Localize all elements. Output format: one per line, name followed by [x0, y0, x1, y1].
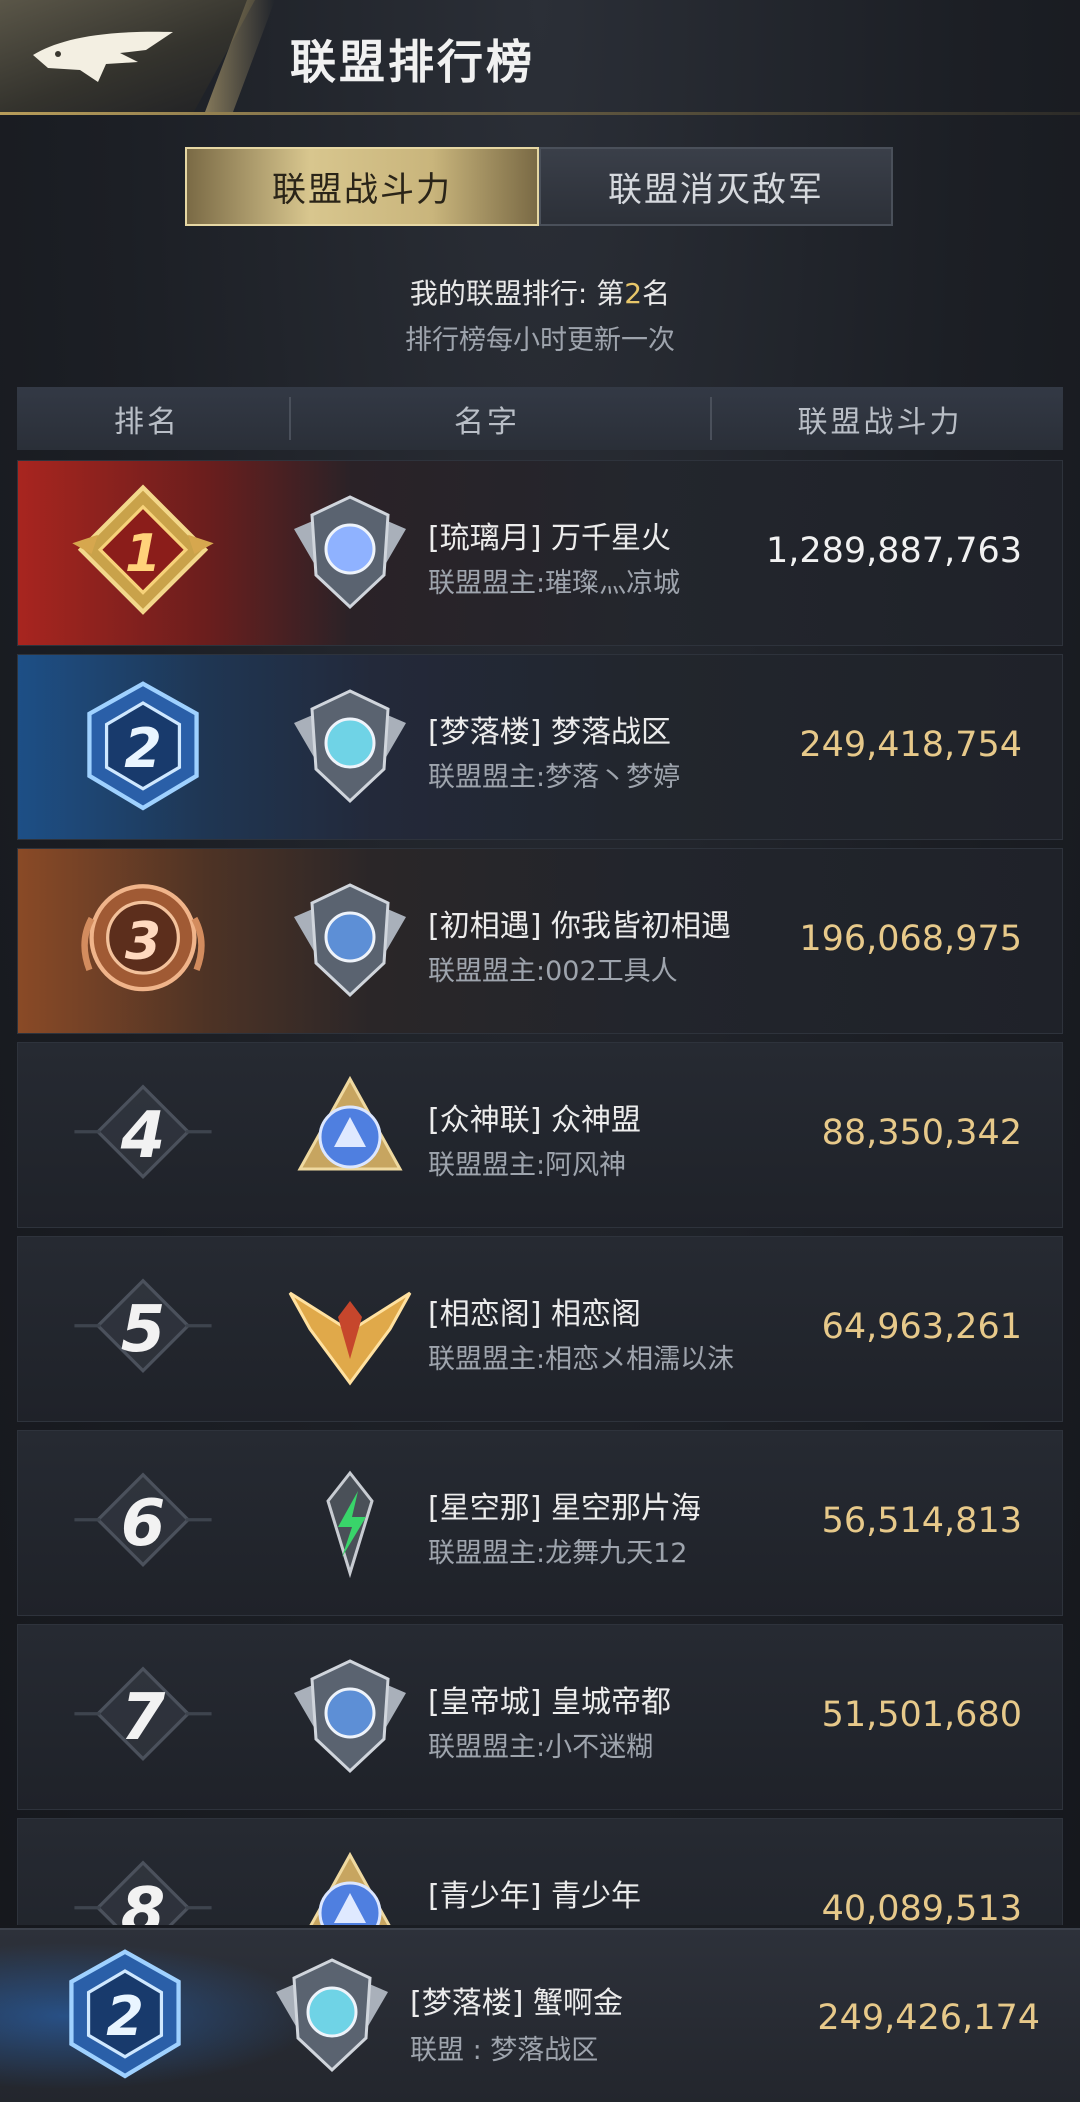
rank-cell: 4: [38, 1051, 248, 1221]
alliance-leader: 联盟 : 梦落战区: [410, 2035, 599, 2066]
rank-number: 2: [124, 716, 162, 780]
alliance-name: [皇帝城] 皇城帝都: [428, 1685, 671, 1720]
triangle-crystal-emblem-icon: [309, 1851, 391, 1925]
rank-cell: 7: [38, 1633, 248, 1803]
alliance-power: 64,963,261: [821, 1307, 1022, 1347]
alliance-leader: 联盟盟主:梦落丶梦婷: [428, 762, 681, 793]
rank-cell: 3: [38, 857, 248, 1027]
ranking-row[interactable]: 8 [青少年] 青少年联盟盟主:指挥官·811.56 40,089,513: [17, 1818, 1063, 1925]
alliance-name: [梦落楼] 梦落战区: [428, 715, 671, 750]
alliance-power: 1,289,887,763: [765, 531, 1022, 571]
ranking-list[interactable]: 1 [琉璃月] 万千星火联盟盟主:璀璨灬凉城 1,289,887,763 2 [梦落楼]…: [0, 0, 1080, 1925]
alliance-name: [众神联] 众神盟: [428, 1103, 641, 1138]
my-alliance-footer[interactable]: 2 [梦落楼] 蟹啊金联盟 : 梦落战区 249,426,174: [0, 1928, 1080, 2102]
alliance-power: 51,501,680: [821, 1695, 1022, 1735]
alliance-power: 56,514,813: [821, 1501, 1022, 1541]
alliance-power: 88,350,342: [821, 1113, 1022, 1153]
alliance-leader: 联盟盟主:002工具人: [428, 956, 678, 987]
lightning-emblem-icon: [326, 1470, 374, 1579]
alliance-leader: 联盟盟主:璀璨灬凉城: [428, 568, 681, 599]
alliance-name: [琉璃月] 万千星火: [428, 521, 671, 556]
alliance-name: [相恋阁] 相恋阁: [428, 1297, 641, 1332]
rank-cell: 2: [38, 663, 248, 833]
alliance-power: 249,418,754: [799, 725, 1022, 765]
ranking-row[interactable]: 6 [星空那] 星空那片海联盟盟主:龙舞九天12 56,514,813: [17, 1430, 1063, 1616]
alliance-name: [初相遇] 你我皆初相遇: [428, 909, 731, 944]
golden-wing-emblem-icon: [288, 1291, 412, 1386]
alliance-leader: 联盟盟主:龙舞九天12: [428, 1538, 688, 1569]
rank-number: 6: [120, 1487, 166, 1561]
rank-number: 5: [120, 1293, 166, 1367]
chevron-shield-emblem-icon: [294, 1659, 406, 1774]
rank-cell: 6: [38, 1439, 248, 1609]
alliance-power: 249,426,174: [817, 1998, 1040, 2038]
alliance-power: 40,089,513: [821, 1889, 1022, 1925]
alliance-name: [青少年] 青少年: [428, 1879, 641, 1914]
ranking-row[interactable]: 2 [梦落楼] 梦落战区联盟盟主:梦落丶梦婷 249,418,754: [17, 654, 1063, 840]
triangle-crystal-emblem-icon: [297, 1075, 403, 1171]
shield-wing-emblem-icon: [276, 1958, 388, 2073]
alliance-leader: 联盟盟主:指挥官·811.56: [428, 1919, 729, 1925]
alliance-name: [星空那] 星空那片海: [428, 1491, 701, 1526]
rank-cell: 5: [38, 1245, 248, 1415]
rank-number: 1: [124, 524, 162, 584]
rank-number: 8: [120, 1875, 166, 1925]
rank-cell: 2: [20, 1930, 230, 2102]
rank-number: 3: [124, 912, 162, 972]
ranking-row[interactable]: 1 [琉璃月] 万千星火联盟盟主:璀璨灬凉城 1,289,887,763: [17, 460, 1063, 646]
alliance-leader: 联盟盟主:相恋メ相濡以沫: [428, 1344, 735, 1375]
ranking-row[interactable]: 4 [众神联] 众神盟联盟盟主:阿风神 88,350,342: [17, 1042, 1063, 1228]
chevron-shield-emblem-icon: [294, 883, 406, 998]
rank-number: 4: [120, 1099, 166, 1173]
winged-gear-emblem-icon: [294, 495, 406, 610]
ranking-row[interactable]: 5 [相恋阁] 相恋阁联盟盟主:相恋メ相濡以沫 64,963,261: [17, 1236, 1063, 1422]
ranking-row[interactable]: 3 [初相遇] 你我皆初相遇联盟盟主:002工具人 196,068,975: [17, 848, 1063, 1034]
alliance-leader: 联盟盟主:阿风神: [428, 1150, 627, 1181]
alliance-name: [梦落楼] 蟹啊金: [410, 1986, 623, 2021]
alliance-leader: 联盟盟主:小不迷糊: [428, 1732, 654, 1763]
rank-cell: 8: [38, 1827, 248, 1925]
rank-cell: 1: [38, 469, 248, 639]
rank-number: 7: [120, 1681, 166, 1755]
alliance-power: 196,068,975: [799, 919, 1022, 959]
rank-number: 2: [106, 1984, 144, 2048]
shield-wing-emblem-icon: [294, 689, 406, 804]
ranking-row[interactable]: 7 [皇帝城] 皇城帝都联盟盟主:小不迷糊 51,501,680: [17, 1624, 1063, 1810]
